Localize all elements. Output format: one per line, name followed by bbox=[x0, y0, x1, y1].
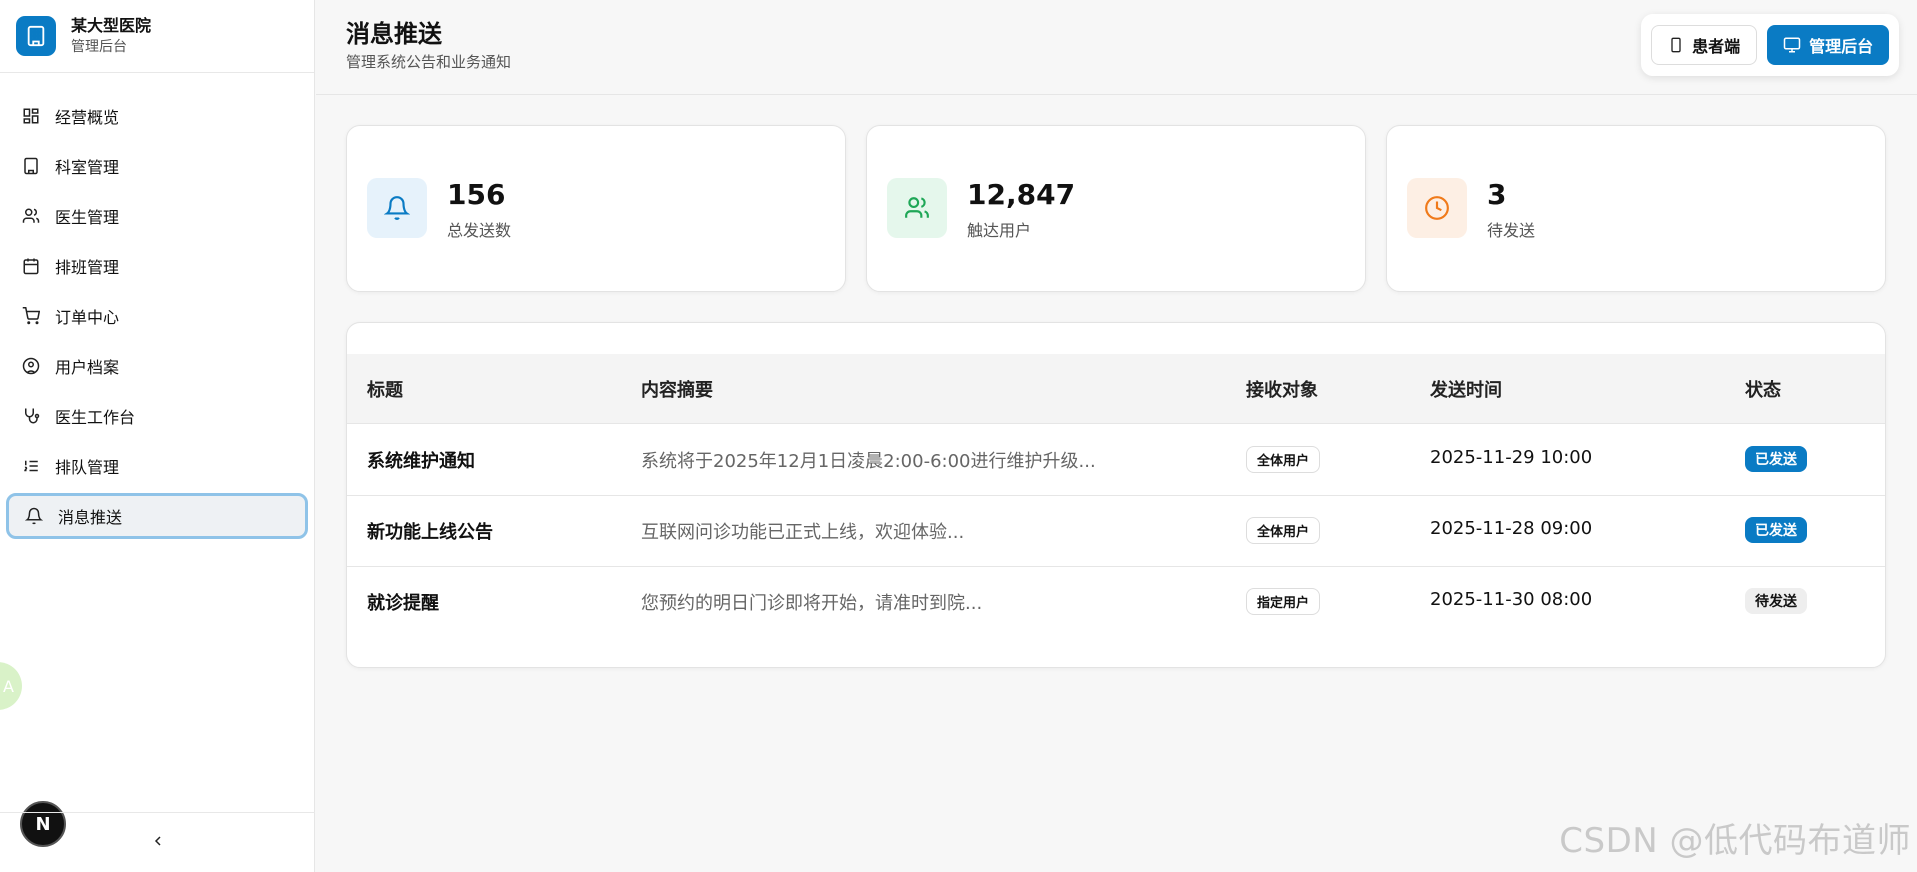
mobile-icon bbox=[1668, 37, 1684, 53]
message-title: 新功能上线公告 bbox=[367, 522, 493, 543]
list-ordered-icon bbox=[21, 456, 41, 476]
sidebar-item-overview[interactable]: 经营概览 bbox=[6, 93, 308, 139]
column-header-summary: 内容摘要 bbox=[641, 380, 713, 401]
sidebar-item-label: 消息推送 bbox=[58, 508, 123, 527]
sidebar-item-doctor-workbench[interactable]: 医生工作台 bbox=[6, 393, 308, 439]
admin-portal-label: 管理后台 bbox=[1809, 37, 1874, 56]
sidebar-item-user-profiles[interactable]: 用户档案 bbox=[6, 343, 308, 389]
bell-icon bbox=[367, 178, 427, 238]
page-title: 消息推送 bbox=[346, 20, 442, 48]
users-icon bbox=[21, 206, 41, 226]
stat-value: 12,847 bbox=[967, 178, 1076, 211]
sidebar-item-message-push[interactable]: 消息推送 bbox=[6, 493, 308, 539]
table-row[interactable]: 就诊提醒 您预约的明日门诊即将开始，请准时到院... 指定用户 2025-11-… bbox=[347, 567, 1885, 638]
brand-subtitle: 管理后台 bbox=[71, 39, 127, 55]
stat-card-pending: 3 待发送 bbox=[1386, 125, 1886, 292]
message-summary: 互联网问诊功能已正式上线，欢迎体验... bbox=[641, 522, 965, 543]
stat-value: 3 bbox=[1487, 178, 1507, 211]
sidebar-item-label: 经营概览 bbox=[55, 108, 120, 127]
column-header-target: 接收对象 bbox=[1246, 380, 1318, 401]
sidebar-item-queue[interactable]: 排队管理 bbox=[6, 443, 308, 489]
message-title: 就诊提醒 bbox=[367, 593, 439, 614]
stat-label: 触达用户 bbox=[967, 221, 1032, 240]
message-title: 系统维护通知 bbox=[367, 451, 475, 472]
stat-value: 156 bbox=[447, 178, 506, 211]
patient-portal-button[interactable]: 患者端 bbox=[1651, 25, 1758, 65]
send-time: 2025-11-29 10:00 bbox=[1430, 447, 1593, 468]
send-time: 2025-11-30 08:00 bbox=[1430, 589, 1593, 610]
floating-assistant-button[interactable]: A bbox=[0, 662, 22, 710]
stat-card-reached-users: 12,847 触达用户 bbox=[866, 125, 1366, 292]
hospital-logo-icon bbox=[16, 16, 56, 56]
target-badge: 全体用户 bbox=[1246, 446, 1321, 473]
sidebar-footer bbox=[0, 812, 315, 872]
column-header-status: 状态 bbox=[1745, 380, 1781, 401]
users-icon bbox=[887, 178, 947, 238]
message-summary: 系统将于2025年12月1日凌晨2:00-6:00进行维护升级... bbox=[641, 451, 1096, 472]
floating-assistant-letter: A bbox=[3, 676, 14, 696]
bell-icon bbox=[24, 506, 44, 526]
sidebar-item-label: 医生管理 bbox=[55, 208, 120, 227]
chevron-left-icon[interactable] bbox=[150, 833, 166, 853]
status-badge: 已发送 bbox=[1745, 446, 1807, 472]
page-header: 消息推送 管理系统公告和业务通知 患者端 管理后台 bbox=[316, 0, 1917, 95]
page-subtitle: 管理系统公告和业务通知 bbox=[346, 53, 512, 71]
brand-name: 某大型医院 bbox=[71, 16, 152, 35]
messages-table: 标题 内容摘要 接收对象 发送时间 状态 系统维护通知 系统将于2025年12月… bbox=[346, 322, 1886, 668]
column-header-title: 标题 bbox=[367, 380, 403, 401]
column-header-time: 发送时间 bbox=[1430, 380, 1502, 401]
sidebar-nav: 经营概览 科室管理 医生管理 排班管理 订单中心 用户档案 医生工作台 排队管理… bbox=[0, 73, 314, 539]
monitor-icon bbox=[1783, 36, 1801, 54]
table-row[interactable]: 新功能上线公告 互联网问诊功能已正式上线，欢迎体验... 全体用户 2025-1… bbox=[347, 496, 1885, 567]
sidebar-item-label: 排队管理 bbox=[55, 458, 120, 477]
sidebar-item-orders[interactable]: 订单中心 bbox=[6, 293, 308, 339]
cart-icon bbox=[21, 306, 41, 326]
portal-switcher: 患者端 管理后台 bbox=[1641, 14, 1899, 76]
patient-portal-label: 患者端 bbox=[1692, 37, 1741, 56]
table-header: 标题 内容摘要 接收对象 发送时间 状态 bbox=[347, 354, 1885, 424]
user-circle-icon bbox=[21, 356, 41, 376]
sidebar-item-label: 排班管理 bbox=[55, 258, 120, 277]
sidebar: 某大型医院 管理后台 经营概览 科室管理 医生管理 排班管理 订单中心 用户档案… bbox=[0, 0, 315, 872]
target-badge: 全体用户 bbox=[1246, 517, 1321, 544]
target-badge: 指定用户 bbox=[1246, 588, 1321, 615]
sidebar-item-label: 订单中心 bbox=[55, 308, 120, 327]
status-badge: 待发送 bbox=[1745, 588, 1807, 614]
brand: 某大型医院 管理后台 bbox=[0, 0, 314, 73]
stat-label: 待发送 bbox=[1487, 221, 1536, 240]
admin-portal-button[interactable]: 管理后台 bbox=[1767, 25, 1889, 65]
watermark: CSDN @低代码布道师 bbox=[1559, 821, 1911, 861]
sidebar-item-departments[interactable]: 科室管理 bbox=[6, 143, 308, 189]
calendar-icon bbox=[21, 256, 41, 276]
table-row[interactable]: 系统维护通知 系统将于2025年12月1日凌晨2:00-6:00进行维护升级..… bbox=[347, 425, 1885, 496]
sidebar-item-label: 医生工作台 bbox=[55, 408, 136, 427]
building-icon bbox=[21, 156, 41, 176]
dashboard-icon bbox=[21, 106, 41, 126]
sidebar-item-label: 科室管理 bbox=[55, 158, 120, 177]
clock-icon bbox=[1407, 178, 1467, 238]
message-summary: 您预约的明日门诊即将开始，请准时到院... bbox=[641, 593, 983, 614]
status-badge: 已发送 bbox=[1745, 517, 1807, 543]
send-time: 2025-11-28 09:00 bbox=[1430, 518, 1593, 539]
stat-card-total-sent: 156 总发送数 bbox=[346, 125, 846, 292]
sidebar-item-label: 用户档案 bbox=[55, 358, 120, 377]
sidebar-item-schedule[interactable]: 排班管理 bbox=[6, 243, 308, 289]
sidebar-item-doctors[interactable]: 医生管理 bbox=[6, 193, 308, 239]
stethoscope-icon bbox=[21, 406, 41, 426]
stat-label: 总发送数 bbox=[447, 221, 512, 240]
